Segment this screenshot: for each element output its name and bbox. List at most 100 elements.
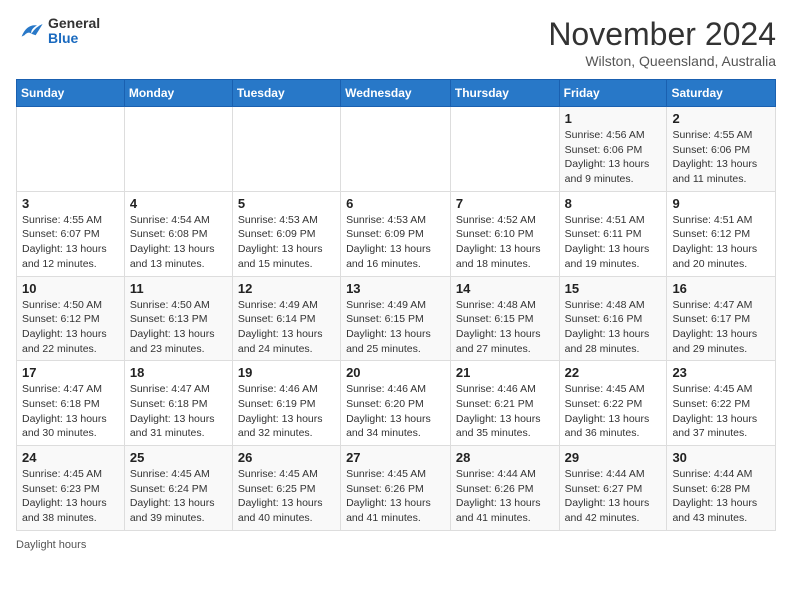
calendar-cell: 17 Sunrise: 4:47 AMSunset: 6:18 PMDayligh… <box>17 361 125 446</box>
calendar-week-row: 1 Sunrise: 4:56 AMSunset: 6:06 PMDaylight… <box>17 107 776 192</box>
day-info: Sunrise: 4:45 AMSunset: 6:23 PMDaylight:… <box>22 467 119 526</box>
day-number: 4 <box>130 196 227 211</box>
calendar-cell: 29 Sunrise: 4:44 AMSunset: 6:27 PMDayligh… <box>559 446 667 531</box>
day-info: Sunrise: 4:47 AMSunset: 6:17 PMDaylight:… <box>672 298 770 357</box>
day-number: 11 <box>130 281 227 296</box>
day-number: 14 <box>456 281 554 296</box>
calendar-cell: 26 Sunrise: 4:45 AMSunset: 6:25 PMDayligh… <box>232 446 340 531</box>
day-number: 27 <box>346 450 445 465</box>
day-info: Sunrise: 4:55 AMSunset: 6:06 PMDaylight:… <box>672 128 770 187</box>
day-of-week-header: Sunday <box>17 80 125 107</box>
calendar-cell: 22 Sunrise: 4:45 AMSunset: 6:22 PMDayligh… <box>559 361 667 446</box>
day-number: 24 <box>22 450 119 465</box>
calendar-cell: 7Sunrise: 4:52 AMSunset: 6:10 PMDaylight… <box>450 191 559 276</box>
day-info: Sunrise: 4:49 AMSunset: 6:14 PMDaylight:… <box>238 298 335 357</box>
days-row: SundayMondayTuesdayWednesdayThursdayFrid… <box>17 80 776 107</box>
calendar-cell: 24 Sunrise: 4:45 AMSunset: 6:23 PMDayligh… <box>17 446 125 531</box>
day-info: Sunrise: 4:46 AMSunset: 6:19 PMDaylight:… <box>238 382 335 441</box>
day-number: 19 <box>238 365 335 380</box>
day-number: 12 <box>238 281 335 296</box>
day-number: 30 <box>672 450 770 465</box>
calendar-cell: 19 Sunrise: 4:46 AMSunset: 6:19 PMDayligh… <box>232 361 340 446</box>
day-of-week-header: Wednesday <box>341 80 451 107</box>
day-number: 2 <box>672 111 770 126</box>
day-info: Sunrise: 4:56 AMSunset: 6:06 PMDaylight:… <box>565 128 662 187</box>
calendar-cell: 16 Sunrise: 4:47 AMSunset: 6:17 PMDayligh… <box>667 276 776 361</box>
calendar-cell: 23 Sunrise: 4:45 AMSunset: 6:22 PMDayligh… <box>667 361 776 446</box>
day-of-week-header: Monday <box>124 80 232 107</box>
calendar-week-row: 24 Sunrise: 4:45 AMSunset: 6:23 PMDayligh… <box>17 446 776 531</box>
day-info: Sunrise: 4:51 AMSunset: 6:12 PMDaylight:… <box>672 213 770 272</box>
day-of-week-header: Tuesday <box>232 80 340 107</box>
day-number: 22 <box>565 365 662 380</box>
calendar-cell: 18 Sunrise: 4:47 AMSunset: 6:18 PMDayligh… <box>124 361 232 446</box>
calendar-table: SundayMondayTuesdayWednesdayThursdayFrid… <box>16 79 776 531</box>
day-number: 25 <box>130 450 227 465</box>
calendar-cell: 25 Sunrise: 4:45 AMSunset: 6:24 PMDayligh… <box>124 446 232 531</box>
day-info: Sunrise: 4:44 AMSunset: 6:28 PMDaylight:… <box>672 467 770 526</box>
calendar-week-row: 10 Sunrise: 4:50 AMSunset: 6:12 PMDayligh… <box>17 276 776 361</box>
day-number: 1 <box>565 111 662 126</box>
calendar-cell: 28Sunrise: 4:44 AMSunset: 6:26 PMDayligh… <box>450 446 559 531</box>
calendar-cell: 5 Sunrise: 4:53 AMSunset: 6:09 PMDaylight… <box>232 191 340 276</box>
calendar-cell: 3 Sunrise: 4:55 AMSunset: 6:07 PMDaylight… <box>17 191 125 276</box>
day-number: 3 <box>22 196 119 211</box>
day-number: 16 <box>672 281 770 296</box>
day-info: Sunrise: 4:49 AMSunset: 6:15 PMDaylight:… <box>346 298 445 357</box>
logo-bird-icon <box>16 17 44 45</box>
day-info: Sunrise: 4:50 AMSunset: 6:12 PMDaylight:… <box>22 298 119 357</box>
logo-general: General <box>48 16 100 31</box>
logo-blue: Blue <box>48 31 100 46</box>
day-info: Sunrise: 4:45 AMSunset: 6:25 PMDaylight:… <box>238 467 335 526</box>
day-number: 17 <box>22 365 119 380</box>
calendar-cell: 9 Sunrise: 4:51 AMSunset: 6:12 PMDaylight… <box>667 191 776 276</box>
day-info: Sunrise: 4:45 AMSunset: 6:22 PMDaylight:… <box>672 382 770 441</box>
day-info: Sunrise: 4:46 AMSunset: 6:21 PMDaylight:… <box>456 382 554 441</box>
logo: General Blue <box>16 16 100 47</box>
day-info: Sunrise: 4:50 AMSunset: 6:13 PMDaylight:… <box>130 298 227 357</box>
calendar-cell <box>341 107 451 192</box>
day-number: 9 <box>672 196 770 211</box>
day-info: Sunrise: 4:44 AMSunset: 6:26 PMDaylight:… <box>456 467 554 526</box>
day-number: 7 <box>456 196 554 211</box>
day-number: 8 <box>565 196 662 211</box>
calendar-cell: 20Sunrise: 4:46 AMSunset: 6:20 PMDayligh… <box>341 361 451 446</box>
day-number: 13 <box>346 281 445 296</box>
day-info: Sunrise: 4:45 AMSunset: 6:24 PMDaylight:… <box>130 467 227 526</box>
calendar-header: SundayMondayTuesdayWednesdayThursdayFrid… <box>17 80 776 107</box>
calendar-week-row: 17 Sunrise: 4:47 AMSunset: 6:18 PMDayligh… <box>17 361 776 446</box>
logo-text: General Blue <box>48 16 100 47</box>
day-info: Sunrise: 4:47 AMSunset: 6:18 PMDaylight:… <box>130 382 227 441</box>
day-info: Sunrise: 4:44 AMSunset: 6:27 PMDaylight:… <box>565 467 662 526</box>
day-info: Sunrise: 4:53 AMSunset: 6:09 PMDaylight:… <box>238 213 335 272</box>
calendar-cell: 11 Sunrise: 4:50 AMSunset: 6:13 PMDayligh… <box>124 276 232 361</box>
day-of-week-header: Friday <box>559 80 667 107</box>
day-number: 5 <box>238 196 335 211</box>
calendar-cell: 12 Sunrise: 4:49 AMSunset: 6:14 PMDayligh… <box>232 276 340 361</box>
day-number: 29 <box>565 450 662 465</box>
day-info: Sunrise: 4:48 AMSunset: 6:16 PMDaylight:… <box>565 298 662 357</box>
day-info: Sunrise: 4:48 AMSunset: 6:15 PMDaylight:… <box>456 298 554 357</box>
calendar-cell: 15Sunrise: 4:48 AMSunset: 6:16 PMDayligh… <box>559 276 667 361</box>
day-number: 26 <box>238 450 335 465</box>
day-number: 23 <box>672 365 770 380</box>
day-info: Sunrise: 4:45 AMSunset: 6:22 PMDaylight:… <box>565 382 662 441</box>
day-number: 21 <box>456 365 554 380</box>
daylight-label: Daylight hours <box>16 539 86 551</box>
day-info: Sunrise: 4:51 AMSunset: 6:11 PMDaylight:… <box>565 213 662 272</box>
day-number: 10 <box>22 281 119 296</box>
calendar-cell: 4 Sunrise: 4:54 AMSunset: 6:08 PMDaylight… <box>124 191 232 276</box>
calendar-cell <box>124 107 232 192</box>
day-of-week-header: Thursday <box>450 80 559 107</box>
calendar-cell: 6Sunrise: 4:53 AMSunset: 6:09 PMDaylight… <box>341 191 451 276</box>
calendar-cell <box>450 107 559 192</box>
day-info: Sunrise: 4:53 AMSunset: 6:09 PMDaylight:… <box>346 213 445 272</box>
day-info: Sunrise: 4:47 AMSunset: 6:18 PMDaylight:… <box>22 382 119 441</box>
day-info: Sunrise: 4:54 AMSunset: 6:08 PMDaylight:… <box>130 213 227 272</box>
calendar-cell: 21 Sunrise: 4:46 AMSunset: 6:21 PMDayligh… <box>450 361 559 446</box>
day-number: 20 <box>346 365 445 380</box>
calendar-cell: 2 Sunrise: 4:55 AMSunset: 6:06 PMDaylight… <box>667 107 776 192</box>
day-number: 18 <box>130 365 227 380</box>
day-info: Sunrise: 4:55 AMSunset: 6:07 PMDaylight:… <box>22 213 119 272</box>
calendar-cell: 8 Sunrise: 4:51 AMSunset: 6:11 PMDaylight… <box>559 191 667 276</box>
